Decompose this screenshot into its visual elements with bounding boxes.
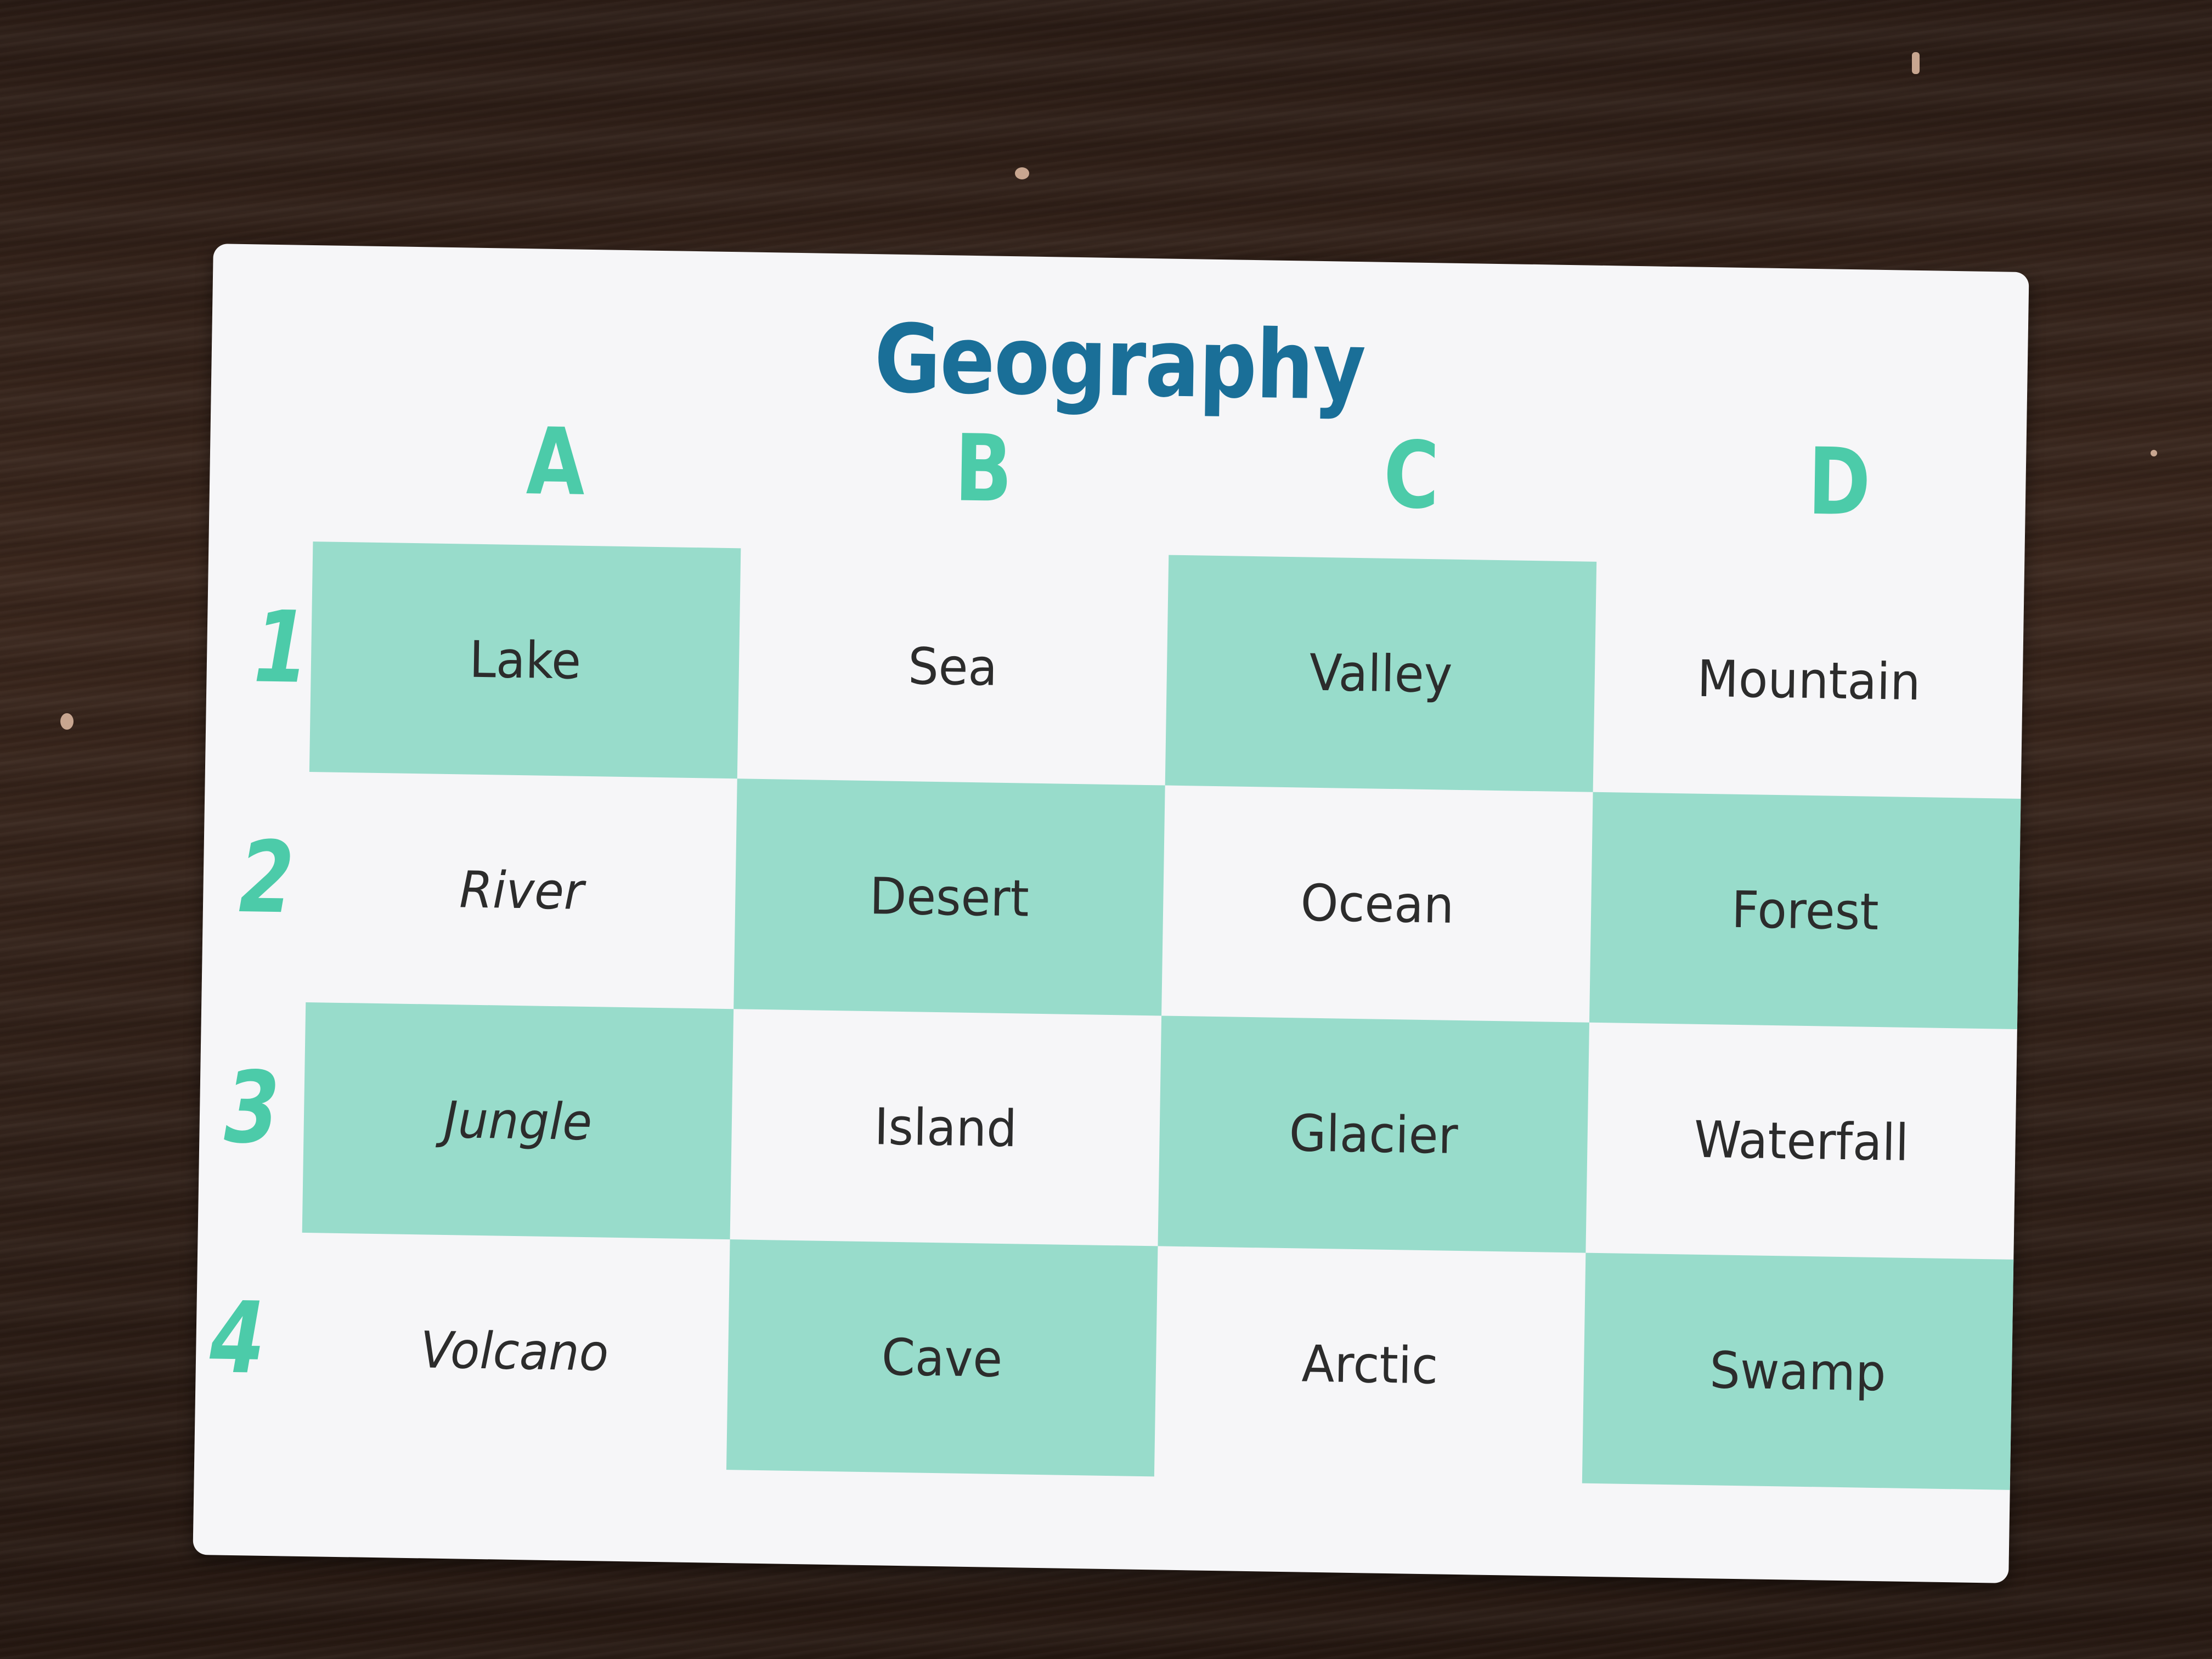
table-fleck: [60, 713, 74, 730]
grid-cell-d1: Mountain: [1593, 562, 2025, 799]
cell-label: Sea: [907, 636, 998, 697]
cell-label: Mountain: [1696, 649, 1921, 712]
grid-cell-a1: Lake: [309, 541, 741, 779]
grid-cell-b4: Cave: [726, 1239, 1158, 1477]
cell-label: Ocean: [1300, 873, 1454, 935]
grid-cell-d3: Waterfall: [1585, 1023, 2017, 1260]
cell-label: Glacier: [1289, 1103, 1459, 1165]
column-header-c: C: [1383, 421, 1440, 530]
table-fleck: [1015, 167, 1029, 179]
column-header-b: B: [953, 414, 1013, 523]
row-header-4: 4: [208, 1280, 266, 1396]
cell-label: River: [459, 860, 584, 921]
row-header-1: 1: [252, 590, 310, 706]
grid-cell-d4: Swamp: [1582, 1252, 2014, 1490]
table-fleck: [2151, 450, 2157, 456]
cell-label: Jungle: [443, 1090, 592, 1152]
cell-label: Arctic: [1301, 1334, 1439, 1395]
row-header-2: 2: [238, 820, 295, 936]
cell-label: Island: [873, 1097, 1018, 1158]
cell-label: Desert: [869, 866, 1030, 928]
grid-cell-b1: Sea: [737, 548, 1169, 785]
grid-cell-b3: Island: [730, 1009, 1162, 1246]
grid-cell-a4: Volcano: [298, 1233, 730, 1470]
column-header-a: A: [525, 408, 586, 516]
cell-label: Waterfall: [1694, 1110, 1910, 1172]
cell-label: Swamp: [1709, 1340, 1887, 1402]
cell-label: Lake: [469, 630, 582, 691]
grid-cell-a3: Jungle: [302, 1002, 734, 1240]
cell-label: Cave: [881, 1328, 1003, 1389]
column-header-d: D: [1807, 427, 1872, 537]
grid-cell-c3: Glacier: [1158, 1015, 1589, 1253]
cell-label: Volcano: [420, 1320, 609, 1383]
cell-label: Valley: [1308, 643, 1453, 704]
grid-cell-c1: Valley: [1165, 555, 1597, 792]
grid-cell-a2: River: [306, 772, 737, 1009]
cell-label: Forest: [1731, 880, 1880, 941]
grid-cell-c4: Arctic: [1154, 1246, 1586, 1483]
geography-card: Geography A B C D 1 2 3 4 Lake Sea Valle…: [193, 244, 2029, 1583]
grid-cell-d2: Forest: [1589, 792, 2021, 1029]
table-fleck: [1912, 52, 1920, 74]
grid-cell-c2: Ocean: [1161, 786, 1593, 1023]
row-header-3: 3: [223, 1050, 280, 1166]
grid-cell-b2: Desert: [733, 778, 1165, 1016]
